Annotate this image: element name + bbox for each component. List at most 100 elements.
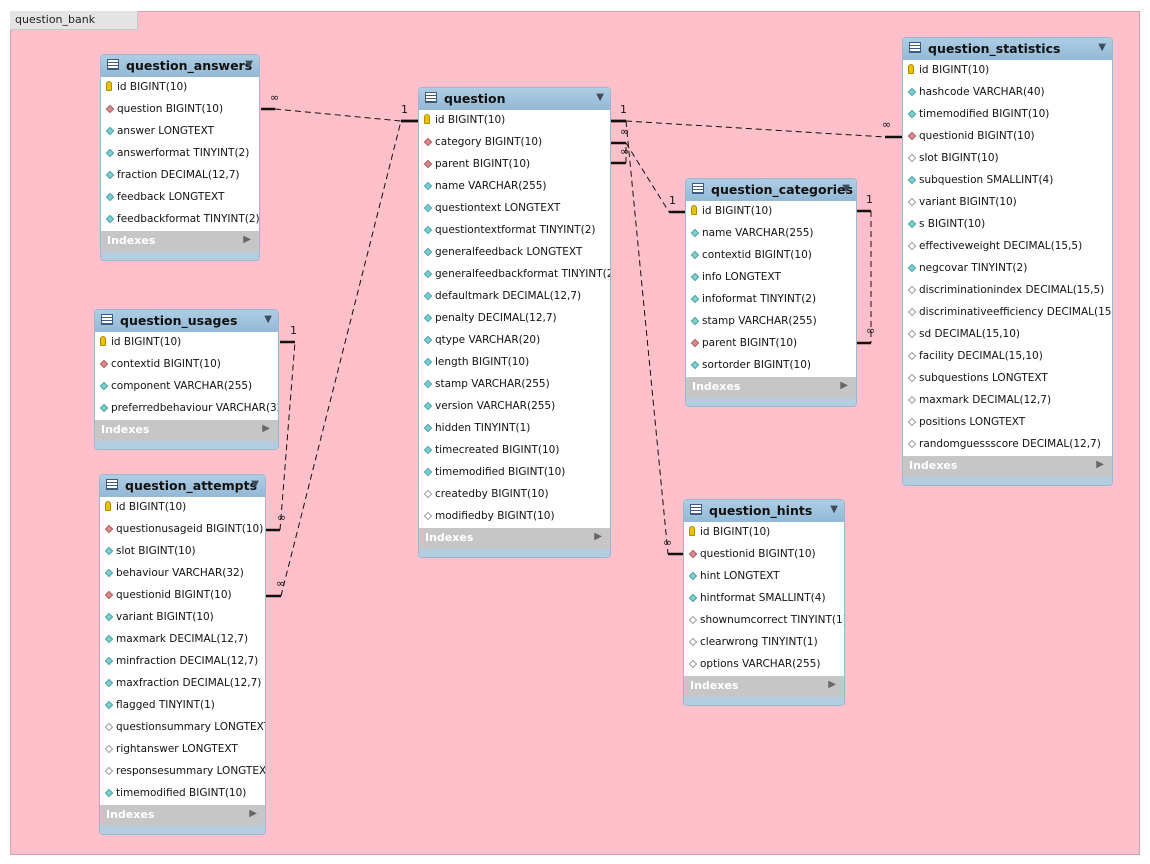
expand-arrow-icon[interactable]: ▶	[249, 808, 257, 819]
table-column[interactable]: stamp VARCHAR(255)	[686, 311, 856, 333]
table-header[interactable]: question ▼	[419, 88, 610, 110]
table-column[interactable]: subquestions LONGTEXT	[903, 368, 1112, 390]
table-column[interactable]: negcovar TINYINT(2)	[903, 258, 1112, 280]
table-column[interactable]: hint LONGTEXT	[684, 566, 844, 588]
table-column[interactable]: name VARCHAR(255)	[419, 176, 610, 198]
table-column[interactable]: infoformat TINYINT(2)	[686, 289, 856, 311]
table-column[interactable]: contextid BIGINT(10)	[95, 354, 278, 376]
table-column[interactable]: timemodified BIGINT(10)	[100, 783, 265, 805]
table-question-attempts[interactable]: question_attempts ▼ id BIGINT(10) questionu…	[99, 474, 266, 835]
table-column[interactable]: variant BIGINT(10)	[100, 607, 265, 629]
table-column[interactable]: name VARCHAR(255)	[686, 223, 856, 245]
expand-arrow-icon[interactable]: ▶	[1096, 459, 1104, 470]
table-column[interactable]: questionusageid BIGINT(10)	[100, 519, 265, 541]
table-column[interactable]: info LONGTEXT	[686, 267, 856, 289]
expand-arrow-icon[interactable]: ▶	[594, 531, 602, 542]
table-column[interactable]: positions LONGTEXT	[903, 412, 1112, 434]
table-column[interactable]: variant BIGINT(10)	[903, 192, 1112, 214]
table-column[interactable]: id BIGINT(10)	[101, 77, 259, 99]
table-column[interactable]: penalty DECIMAL(12,7)	[419, 308, 610, 330]
table-column[interactable]: questiontextformat TINYINT(2)	[419, 220, 610, 242]
collapse-arrow-icon[interactable]: ▼	[245, 59, 253, 70]
table-column[interactable]: randomguessscore DECIMAL(12,7)	[903, 434, 1112, 456]
table-column[interactable]: effectiveweight DECIMAL(15,5)	[903, 236, 1112, 258]
table-header[interactable]: question_answers ▼	[101, 55, 259, 77]
table-column[interactable]: qtype VARCHAR(20)	[419, 330, 610, 352]
table-column[interactable]: flagged TINYINT(1)	[100, 695, 265, 717]
table-column[interactable]: answer LONGTEXT	[101, 121, 259, 143]
table-column[interactable]: questionid BIGINT(10)	[684, 544, 844, 566]
collapse-arrow-icon[interactable]: ▼	[264, 314, 272, 325]
table-column[interactable]: maxmark DECIMAL(12,7)	[903, 390, 1112, 412]
table-column[interactable]: slot BIGINT(10)	[903, 148, 1112, 170]
table-column[interactable]: clearwrong TINYINT(1)	[684, 632, 844, 654]
collapse-arrow-icon[interactable]: ▼	[1098, 42, 1106, 53]
table-column[interactable]: discriminationindex DECIMAL(15,5)	[903, 280, 1112, 302]
table-column[interactable]: timemodified BIGINT(10)	[903, 104, 1112, 126]
table-column[interactable]: facility DECIMAL(15,10)	[903, 346, 1112, 368]
table-column[interactable]: category BIGINT(10)	[419, 132, 610, 154]
expand-arrow-icon[interactable]: ▶	[262, 423, 270, 434]
table-column[interactable]: shownumcorrect TINYINT(1)	[684, 610, 844, 632]
table-column[interactable]: maxmark DECIMAL(12,7)	[100, 629, 265, 651]
table-column[interactable]: questionid BIGINT(10)	[100, 585, 265, 607]
table-column[interactable]: id BIGINT(10)	[903, 60, 1112, 82]
table-column[interactable]: contextid BIGINT(10)	[686, 245, 856, 267]
table-column[interactable]: questiontext LONGTEXT	[419, 198, 610, 220]
table-column[interactable]: questionsummary LONGTEXT	[100, 717, 265, 739]
table-column[interactable]: discriminativeefficiency DECIMAL(15,5)	[903, 302, 1112, 324]
expand-arrow-icon[interactable]: ▶	[840, 380, 848, 391]
table-column[interactable]: stamp VARCHAR(255)	[419, 374, 610, 396]
collapse-arrow-icon[interactable]: ▼	[842, 183, 850, 194]
table-column[interactable]: responsesummary LONGTEXT	[100, 761, 265, 783]
collapse-arrow-icon[interactable]: ▼	[251, 479, 259, 490]
table-column[interactable]: defaultmark DECIMAL(12,7)	[419, 286, 610, 308]
collapse-arrow-icon[interactable]: ▼	[830, 504, 838, 515]
indexes-section[interactable]: Indexes ▶	[100, 805, 265, 826]
table-column[interactable]: id BIGINT(10)	[95, 332, 278, 354]
table-column[interactable]: id BIGINT(10)	[100, 497, 265, 519]
table-column[interactable]: rightanswer LONGTEXT	[100, 739, 265, 761]
indexes-section[interactable]: Indexes ▶	[684, 676, 844, 697]
table-column[interactable]: preferredbehaviour VARCHAR(32)	[95, 398, 278, 420]
table-column[interactable]: question BIGINT(10)	[101, 99, 259, 121]
table-column[interactable]: timemodified BIGINT(10)	[419, 462, 610, 484]
table-header[interactable]: question_hints ▼	[684, 500, 844, 522]
expand-arrow-icon[interactable]: ▶	[828, 679, 836, 690]
indexes-section[interactable]: Indexes ▶	[95, 420, 278, 441]
table-column[interactable]: questionid BIGINT(10)	[903, 126, 1112, 148]
table-column[interactable]: modifiedby BIGINT(10)	[419, 506, 610, 528]
table-column[interactable]: hashcode VARCHAR(40)	[903, 82, 1112, 104]
table-column[interactable]: options VARCHAR(255)	[684, 654, 844, 676]
table-column[interactable]: behaviour VARCHAR(32)	[100, 563, 265, 585]
table-question-categories[interactable]: question_categories ▼ id BIGINT(10) name VA…	[685, 178, 857, 407]
table-column[interactable]: subquestion SMALLINT(4)	[903, 170, 1112, 192]
table-column[interactable]: answerformat TINYINT(2)	[101, 143, 259, 165]
table-question[interactable]: question ▼ id BIGINT(10) category BIGINT(10…	[418, 87, 611, 558]
table-column[interactable]: minfraction DECIMAL(12,7)	[100, 651, 265, 673]
expand-arrow-icon[interactable]: ▶	[243, 234, 251, 245]
table-column[interactable]: parent BIGINT(10)	[419, 154, 610, 176]
table-column[interactable]: s BIGINT(10)	[903, 214, 1112, 236]
table-column[interactable]: parent BIGINT(10)	[686, 333, 856, 355]
table-header[interactable]: question_categories ▼	[686, 179, 856, 201]
table-column[interactable]: hintformat SMALLINT(4)	[684, 588, 844, 610]
table-column[interactable]: createdby BIGINT(10)	[419, 484, 610, 506]
table-column[interactable]: timecreated BIGINT(10)	[419, 440, 610, 462]
table-column[interactable]: id BIGINT(10)	[684, 522, 844, 544]
table-question-usages[interactable]: question_usages ▼ id BIGINT(10) contextid B…	[94, 309, 279, 450]
table-column[interactable]: id BIGINT(10)	[686, 201, 856, 223]
table-question-answers[interactable]: question_answers ▼ id BIGINT(10) question B…	[100, 54, 260, 261]
table-column[interactable]: feedback LONGTEXT	[101, 187, 259, 209]
table-column[interactable]: sd DECIMAL(15,10)	[903, 324, 1112, 346]
table-column[interactable]: generalfeedbackformat TINYINT(2)	[419, 264, 610, 286]
table-column[interactable]: generalfeedback LONGTEXT	[419, 242, 610, 264]
table-question-hints[interactable]: question_hints ▼ id BIGINT(10) questionid B…	[683, 499, 845, 706]
table-column[interactable]: slot BIGINT(10)	[100, 541, 265, 563]
table-header[interactable]: question_statistics ▼	[903, 38, 1112, 60]
table-column[interactable]: maxfraction DECIMAL(12,7)	[100, 673, 265, 695]
table-column[interactable]: component VARCHAR(255)	[95, 376, 278, 398]
table-column[interactable]: sortorder BIGINT(10)	[686, 355, 856, 377]
collapse-arrow-icon[interactable]: ▼	[596, 92, 604, 103]
table-column[interactable]: feedbackformat TINYINT(2)	[101, 209, 259, 231]
